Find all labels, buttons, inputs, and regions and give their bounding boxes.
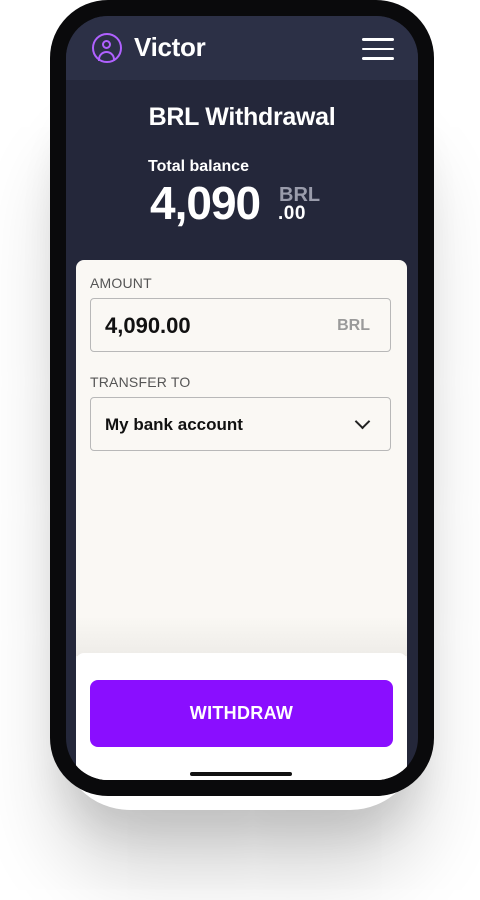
username: Victor <box>134 32 206 62</box>
amount-currency: BRL <box>337 317 370 334</box>
amount-label: AMOUNT <box>90 275 152 291</box>
balance-cents: .00 <box>278 203 306 224</box>
chevron-down-icon <box>354 413 371 430</box>
menu-line <box>362 47 394 51</box>
page-title: BRL Withdrawal <box>148 103 336 131</box>
user-circle-icon[interactable] <box>92 33 122 63</box>
withdraw-button[interactable]: WITHDRAW <box>90 680 393 747</box>
balance-label: Total balance <box>148 158 250 175</box>
transfer-to-select[interactable]: My bank account <box>90 397 391 451</box>
balance-amount: 4,090 <box>150 177 261 229</box>
avatar-shoulders <box>98 51 115 61</box>
action-sheet: WITHDRAW <box>76 653 407 780</box>
hamburger-menu-icon[interactable] <box>362 38 394 60</box>
amount-value: 4,090.00 <box>105 313 191 338</box>
menu-line <box>362 57 394 60</box>
home-indicator[interactable] <box>190 772 292 776</box>
app-screen: Victor BRL Withdrawal Total balance 4,09… <box>66 16 418 780</box>
top-bar: Victor <box>66 16 418 80</box>
avatar-head <box>102 40 111 49</box>
transfer-to-label: TRANSFER TO <box>90 374 191 390</box>
menu-line <box>362 38 394 41</box>
scroll-fade <box>76 616 407 656</box>
transfer-to-value: My bank account <box>105 415 243 434</box>
amount-input[interactable]: 4,090.00 BRL <box>90 298 391 352</box>
